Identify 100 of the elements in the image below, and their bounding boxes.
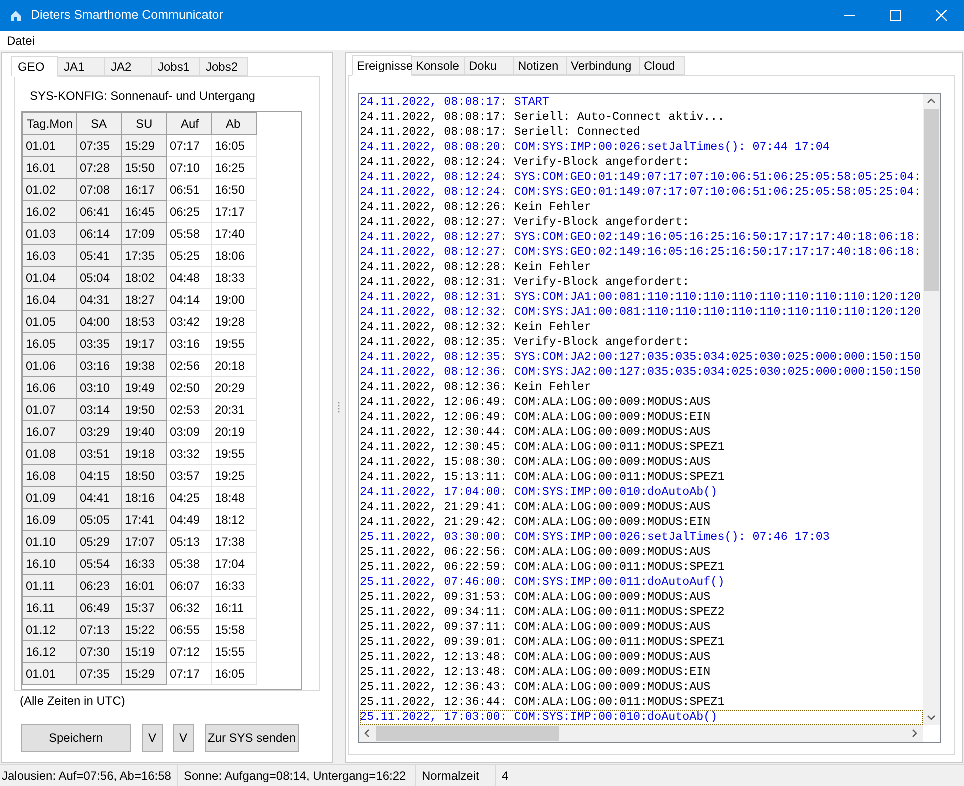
row-header[interactable]: 01.04 [22,266,76,288]
log-line[interactable]: 24.11.2022, 08:12:36: Kein Fehler [360,380,923,395]
row-header[interactable]: 16.03 [22,244,76,266]
log-line[interactable]: 25.11.2022, 07:46:00: COM:SYS:IMP:00:011:doAutoAuf() [360,575,923,590]
log-line[interactable]: 24.11.2022, 12:06:49: COM:ALA:LOG:00:009:MODUS:EIN [360,410,923,425]
button[interactable]: Speichern [21,724,131,752]
row-header[interactable]: 16.08 [22,464,76,486]
tab[interactable]: Notizen [514,56,567,75]
row-header[interactable]: 01.01 [22,662,76,684]
log-line[interactable]: 24.11.2022, 08:12:24: SYS:COM:GEO:01:149:07:17:07:10:06:51:06:25:05:58:05:25:04: [360,170,923,185]
log-line[interactable]: 24.11.2022, 21:29:41: COM:ALA:LOG:00:009:MODUS:AUS [360,500,923,515]
log-line[interactable]: 25.11.2022, 09:31:53: COM:ALA:LOG:00:009:MODUS:AUS [360,590,923,605]
row-header[interactable]: 01.05 [22,310,76,332]
scroll-right-icon[interactable] [912,729,918,738]
tab[interactable]: Jobs2 [200,57,248,76]
table-cell: 03:42 [166,310,212,332]
log-line[interactable]: 25.11.2022, 06:22:56: COM:ALA:LOG:00:009:MODUS:AUS [360,545,923,560]
log-line[interactable]: 24.11.2022, 12:30:44: COM:ALA:LOG:00:009:MODUS:AUS [360,425,923,440]
row-header[interactable]: 01.03 [22,222,76,244]
column-header[interactable]: SU [122,112,166,134]
log-line[interactable]: 25.11.2022, 09:37:11: COM:ALA:LOG:00:009:MODUS:AUS [360,620,923,635]
log-line[interactable]: 24.11.2022, 12:30:45: COM:ALA:LOG:00:011:MODUS:SPEZ1 [360,440,923,455]
column-header[interactable]: Auf [166,112,212,134]
log-line[interactable]: 24.11.2022, 08:08:17: Seriell: Auto-Connect aktiv... [360,110,923,125]
row-header[interactable]: 16.05 [22,332,76,354]
row-header[interactable]: 01.02 [22,178,76,200]
tab[interactable]: Jobs1 [152,57,200,76]
log-line[interactable]: 24.11.2022, 15:08:30: COM:ALA:LOG:00:009:MODUS:AUS [360,455,923,470]
tab[interactable]: Ereignisse [352,55,412,76]
log-line[interactable]: 25.11.2022, 03:30:00: COM:SYS:IMP:00:026:setJalTimes(): 07:46 17:03 [360,530,923,545]
log-line[interactable]: 25.11.2022, 06:22:59: COM:ALA:LOG:00:011:MODUS:SPEZ1 [360,560,923,575]
menu-item[interactable]: Datei [0,32,42,50]
horizontal-scrollbar[interactable] [359,725,923,742]
log-line[interactable]: 24.11.2022, 08:12:35: Verify-Block angefordert: [360,335,923,350]
row-header[interactable]: 01.09 [22,486,76,508]
log-line[interactable]: 24.11.2022, 08:12:27: Verify-Block angefordert: [360,215,923,230]
row-header[interactable]: 16.10 [22,552,76,574]
scroll-thumb[interactable] [376,726,559,741]
log-line[interactable]: 25.11.2022, 09:34:11: COM:ALA:LOG:00:011:MODUS:SPEZ2 [360,605,923,620]
column-header[interactable]: Ab [212,112,256,134]
log-line[interactable]: 24.11.2022, 08:12:31: Verify-Block angefordert: [360,275,923,290]
tab[interactable]: JA2 [105,57,152,76]
vertical-scrollbar[interactable] [923,94,940,725]
row-header[interactable]: 16.07 [22,420,76,442]
row-header[interactable]: 01.12 [22,618,76,640]
log-line[interactable]: 24.11.2022, 08:08:17: Seriell: Connected [360,125,923,140]
row-header[interactable]: 16.06 [22,376,76,398]
log-line[interactable]: 25.11.2022, 12:36:44: COM:ALA:LOG:00:011:MODUS:SPEZ1 [360,695,923,710]
button[interactable]: V [173,724,194,752]
table-cell: 04:15 [76,464,122,486]
log-line[interactable]: 24.11.2022, 08:12:27: SYS:COM:GEO:02:149:16:05:16:25:16:50:17:17:17:40:18:06:18: [360,230,923,245]
log-line[interactable]: 24.11.2022, 08:12:32: Kein Fehler [360,320,923,335]
row-header[interactable]: 01.06 [22,354,76,376]
scroll-thumb[interactable] [924,109,939,291]
log-line[interactable]: 24.11.2022, 08:12:26: Kein Fehler [360,200,923,215]
log-line[interactable]: 24.11.2022, 08:12:36: COM:SYS:JA2:00:127:035:035:034:025:030:025:000:000:150:150 [360,365,923,380]
log-line[interactable]: 24.11.2022, 08:12:24: COM:SYS:GEO:01:149:07:17:07:10:06:51:06:25:05:58:05:25:04: [360,185,923,200]
log-line[interactable]: 25.11.2022, 17:03:00: COM:SYS:IMP:00:010:doAutoAb() [360,710,923,725]
row-header[interactable]: 16.09 [22,508,76,530]
button[interactable]: Zur SYS senden [205,724,299,752]
row-header[interactable]: 16.04 [22,288,76,310]
row-header[interactable]: 16.11 [22,596,76,618]
row-header[interactable]: 01.01 [22,134,76,156]
log-line[interactable]: 24.11.2022, 17:04:00: COM:SYS:IMP:00:010:doAutoAb() [360,485,923,500]
tab[interactable]: Verbindung [567,56,640,75]
tab[interactable]: Konsole [412,56,465,75]
log-line[interactable]: 24.11.2022, 08:12:24: Verify-Block angefordert: [360,155,923,170]
log-line[interactable]: 24.11.2022, 15:13:11: COM:ALA:LOG:00:011:MODUS:SPEZ1 [360,470,923,485]
log-line[interactable]: 25.11.2022, 09:39:01: COM:ALA:LOG:00:011:MODUS:SPEZ1 [360,635,923,650]
tab[interactable]: JA1 [58,57,105,76]
row-header[interactable]: 16.02 [22,200,76,222]
tab[interactable]: Doku [465,56,514,75]
log-line[interactable]: 24.11.2022, 12:06:49: COM:ALA:LOG:00:009:MODUS:AUS [360,395,923,410]
row-header[interactable]: 16.12 [22,640,76,662]
log-line[interactable]: 24.11.2022, 08:12:32: COM:SYS:JA1:00:081:110:110:110:110:110:110:110:110:120:120 [360,305,923,320]
scroll-down-icon[interactable] [927,715,936,721]
scroll-up-icon[interactable] [927,98,936,104]
log-line[interactable]: 24.11.2022, 21:29:42: COM:ALA:LOG:00:009:MODUS:EIN [360,515,923,530]
log-line[interactable]: 24.11.2022, 08:12:28: Kein Fehler [360,260,923,275]
log-line[interactable]: 25.11.2022, 12:13:48: COM:ALA:LOG:00:009:MODUS:EIN [360,665,923,680]
column-header[interactable]: Tag.Mon [22,112,76,134]
row-header[interactable]: 01.10 [22,530,76,552]
table-cell: 16:45 [122,200,166,222]
row-header[interactable]: 16.01 [22,156,76,178]
tab[interactable]: GEO [11,56,58,77]
log-line[interactable]: 25.11.2022, 12:36:43: COM:ALA:LOG:00:009:MODUS:AUS [360,680,923,695]
log-line[interactable]: 25.11.2022, 12:13:48: COM:ALA:LOG:00:009:MODUS:AUS [360,650,923,665]
row-header[interactable]: 01.08 [22,442,76,464]
log-line[interactable]: 24.11.2022, 08:12:31: SYS:COM:JA1:00:081:110:110:110:110:110:110:110:110:120:120 [360,290,923,305]
table-cell: 19:38 [122,354,166,376]
tab[interactable]: Cloud [640,56,685,75]
column-header[interactable]: SA [76,112,122,134]
log-line[interactable]: 24.11.2022, 08:08:20: COM:SYS:IMP:00:026:setJalTimes(): 07:44 17:04 [360,140,923,155]
row-header[interactable]: 01.07 [22,398,76,420]
button[interactable]: V [142,724,163,752]
scroll-left-icon[interactable] [364,729,370,738]
row-header[interactable]: 01.11 [22,574,76,596]
log-line[interactable]: 24.11.2022, 08:08:17: START [360,95,923,110]
log-line[interactable]: 24.11.2022, 08:12:27: COM:SYS:GEO:02:149:16:05:16:25:16:50:17:17:17:40:18:06:18: [360,245,923,260]
log-line[interactable]: 24.11.2022, 08:12:35: SYS:COM:JA2:00:127:035:035:034:025:030:025:000:000:150:150 [360,350,923,365]
